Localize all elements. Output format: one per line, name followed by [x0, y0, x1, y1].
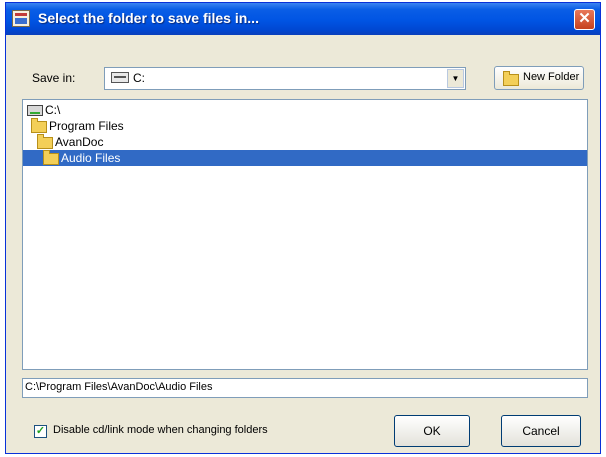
close-icon: ✕ — [578, 10, 591, 27]
title-bar[interactable]: Select the folder to save files in... ✕ — [6, 3, 600, 35]
folder-item-audio-files[interactable]: Audio Files — [23, 150, 587, 166]
dialog-title: Select the folder to save files in... — [38, 10, 259, 26]
drive-icon — [27, 105, 43, 116]
folder-item-drive-c[interactable]: C:\ — [23, 102, 63, 118]
folder-item-label: Program Files — [49, 119, 124, 133]
drive-icon — [111, 72, 129, 83]
save-in-label: Save in: — [32, 71, 76, 85]
folder-item-label: Audio Files — [61, 151, 121, 165]
cancel-button[interactable]: Cancel — [501, 415, 581, 447]
save-in-value: C: — [133, 71, 145, 85]
disable-cd-label[interactable]: Disable cd/link mode when changing folde… — [53, 424, 268, 436]
folder-list[interactable]: C:\ Program Files AvanDoc Audio Files — [22, 99, 588, 370]
new-folder-label: New Folder — [523, 71, 580, 83]
save-folder-dialog: Select the folder to save files in... ✕ … — [5, 2, 601, 454]
folder-open-icon — [43, 150, 59, 165]
save-in-dropdown[interactable]: C: ▼ — [104, 67, 466, 90]
new-folder-button[interactable]: New Folder — [494, 66, 584, 90]
app-icon — [12, 10, 30, 27]
folder-open-icon — [37, 134, 53, 149]
check-icon: ✓ — [35, 425, 46, 437]
ok-button[interactable]: OK — [394, 415, 470, 447]
folder-item-label: AvanDoc — [55, 135, 104, 149]
new-folder-icon — [503, 71, 519, 86]
close-button[interactable]: ✕ — [574, 9, 595, 30]
chevron-down-icon: ▼ — [451, 74, 460, 83]
folder-icon — [31, 118, 47, 133]
folder-item-program-files[interactable]: Program Files — [23, 118, 153, 134]
dropdown-arrow-button[interactable]: ▼ — [447, 69, 464, 88]
folder-item-avandoc[interactable]: AvanDoc — [23, 134, 123, 150]
selected-path-field[interactable]: C:\Program Files\AvanDoc\Audio Files — [22, 378, 588, 398]
folder-item-label: C:\ — [45, 103, 61, 117]
selected-path-value: C:\Program Files\AvanDoc\Audio Files — [25, 381, 213, 393]
disable-cd-checkbox[interactable]: ✓ — [34, 425, 47, 438]
